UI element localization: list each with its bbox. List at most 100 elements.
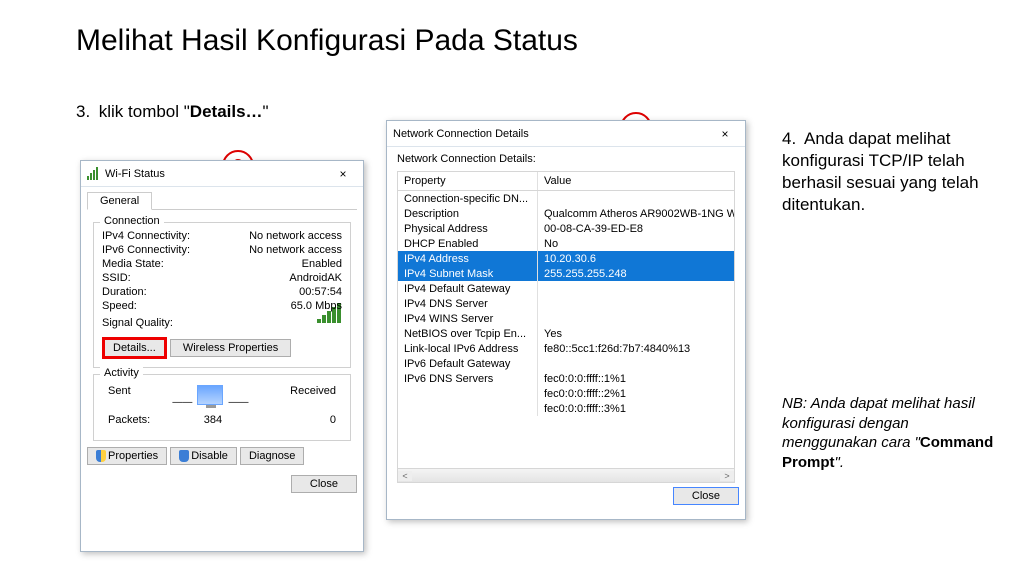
details-row[interactable]: IPv4 DNS Server — [398, 296, 734, 311]
details-property — [398, 401, 538, 416]
connection-key: Media State: — [102, 258, 164, 270]
connection-value: No network access — [249, 244, 342, 256]
scroll-left-button[interactable]: < — [398, 471, 412, 481]
step4-number: 4. — [782, 128, 804, 150]
connection-value: 65.0 Mbps — [291, 300, 342, 312]
details-button[interactable]: Details... — [102, 337, 167, 359]
connection-row: Duration: 00:57:54 — [102, 285, 342, 299]
connection-row: Speed: 65.0 Mbps — [102, 299, 342, 313]
details-property: IPv4 WINS Server — [398, 311, 538, 326]
details-value: No — [538, 236, 734, 251]
connection-key: Speed: — [102, 300, 137, 312]
details-row[interactable]: Connection-specific DN... — [398, 191, 734, 206]
details-row[interactable]: IPv6 DNS Serversfec0:0:0:ffff::1%1 — [398, 371, 734, 386]
details-property: DHCP Enabled — [398, 236, 538, 251]
details-titlebar[interactable]: Network Connection Details × — [387, 121, 745, 147]
monitor-icon — [197, 385, 223, 405]
details-property: Physical Address — [398, 221, 538, 236]
wifi-titlebar[interactable]: Wi-Fi Status × — [81, 161, 363, 187]
packets-recv-value: 0 — [266, 414, 336, 426]
details-row[interactable]: IPv6 Default Gateway — [398, 356, 734, 371]
details-row[interactable]: fec0:0:0:ffff::2%1 — [398, 386, 734, 401]
details-row[interactable]: DHCP EnabledNo — [398, 236, 734, 251]
shield-icon — [179, 450, 189, 462]
column-property[interactable]: Property — [398, 172, 538, 190]
details-row[interactable]: IPv4 WINS Server — [398, 311, 734, 326]
details-table: Property Value Connection-specific DN...… — [397, 171, 735, 469]
details-row[interactable]: Physical Address00-08-CA-39-ED-E8 — [398, 221, 734, 236]
connection-row: SSID:AndroidAK — [102, 271, 342, 285]
connection-key: IPv4 Connectivity: — [102, 230, 190, 242]
details-value: Qualcomm Atheros AR9002WB-1NG Wire — [538, 206, 734, 221]
details-value: 00-08-CA-39-ED-E8 — [538, 221, 734, 236]
connection-buttons: Details... Wireless Properties — [102, 337, 342, 359]
activity-group: Activity Sent —— —— Received Packets: 38… — [93, 374, 351, 441]
details-value: 255.255.255.248 — [538, 266, 734, 281]
packets-label: Packets: — [108, 414, 150, 426]
connection-key: IPv6 Connectivity: — [102, 244, 190, 256]
wifi-close-row: Close — [81, 471, 363, 499]
close-button[interactable]: Close — [673, 487, 739, 505]
details-property: IPv4 DNS Server — [398, 296, 538, 311]
details-row[interactable]: fec0:0:0:ffff::3%1 — [398, 401, 734, 416]
connection-value: Enabled — [302, 258, 342, 270]
details-property: Link-local IPv6 Address — [398, 341, 538, 356]
close-button[interactable]: Close — [291, 475, 357, 493]
details-row[interactable]: Link-local IPv6 Addressfe80::5cc1:f26d:7… — [398, 341, 734, 356]
details-value: fe80::5cc1:f26d:7b7:4840%13 — [538, 341, 734, 356]
wifi-tabbar: General — [81, 187, 363, 209]
wifi-tab-content: Connection IPv4 Connectivity:No network … — [87, 209, 357, 447]
diagnose-button[interactable]: Diagnose — [240, 447, 304, 465]
close-icon[interactable]: × — [711, 127, 739, 141]
wifi-bottom-buttons: Properties Disable Diagnose — [81, 447, 363, 471]
details-property: Description — [398, 206, 538, 221]
wireless-properties-button[interactable]: Wireless Properties — [170, 339, 291, 357]
details-row[interactable]: DescriptionQualcomm Atheros AR9002WB-1NG… — [398, 206, 734, 221]
step3-prefix: klik tombol " — [99, 102, 190, 121]
details-value: fec0:0:0:ffff::3%1 — [538, 401, 734, 416]
shield-icon — [96, 450, 106, 462]
connection-group: Connection IPv4 Connectivity:No network … — [93, 222, 351, 368]
details-title: Network Connection Details — [393, 128, 711, 140]
details-row[interactable]: NetBIOS over Tcpip En...Yes — [398, 326, 734, 341]
disable-button[interactable]: Disable — [170, 447, 237, 465]
connection-key: SSID: — [102, 272, 131, 284]
details-row[interactable]: IPv4 Subnet Mask255.255.255.248 — [398, 266, 734, 281]
details-property: Connection-specific DN... — [398, 191, 538, 206]
details-value — [538, 296, 734, 311]
step4-body: Anda dapat melihat konfigurasi TCP/IP te… — [782, 129, 979, 214]
tab-general[interactable]: General — [87, 192, 152, 210]
page-title: Melihat Hasil Konfigurasi Pada Status — [76, 24, 578, 58]
connection-key: Duration: — [102, 286, 147, 298]
step3-bold: Details… — [190, 102, 263, 121]
activity-legend: Activity — [100, 367, 143, 379]
details-value: 10.20.30.6 — [538, 251, 734, 266]
details-header[interactable]: Property Value — [398, 172, 734, 191]
nb-text: NB: Anda dapat melihat hasil konfigurasi… — [782, 394, 996, 472]
horizontal-scrollbar[interactable]: < > — [397, 469, 735, 483]
details-value: fec0:0:0:ffff::1%1 — [538, 371, 734, 386]
connection-row: Media State: Enabled — [102, 257, 342, 271]
details-value — [538, 356, 734, 371]
step3-text: 3. klik tombol "Details…" — [76, 102, 269, 122]
properties-button[interactable]: Properties — [87, 447, 167, 465]
connection-value: 00:57:54 — [299, 286, 342, 298]
connection-row: IPv4 Connectivity: No network access — [102, 229, 342, 243]
received-label: Received — [290, 385, 336, 408]
details-row[interactable]: IPv4 Address10.20.30.6 — [398, 251, 734, 266]
scroll-right-button[interactable]: > — [720, 471, 734, 481]
column-value[interactable]: Value — [538, 172, 734, 190]
connection-value: No network access — [249, 230, 342, 242]
step3-suffix: " — [263, 102, 269, 121]
close-icon[interactable]: × — [329, 167, 357, 181]
details-value — [538, 191, 734, 206]
details-property: NetBIOS over Tcpip En... — [398, 326, 538, 341]
details-row[interactable]: IPv4 Default Gateway — [398, 281, 734, 296]
details-value — [538, 281, 734, 296]
details-property: IPv6 DNS Servers — [398, 371, 538, 386]
connection-row: IPv6 Connectivity: No network access — [102, 243, 342, 257]
details-property: IPv4 Default Gateway — [398, 281, 538, 296]
details-window: Network Connection Details × Network Con… — [386, 120, 746, 520]
details-close-row: Close — [387, 483, 745, 511]
details-value: Yes — [538, 326, 734, 341]
